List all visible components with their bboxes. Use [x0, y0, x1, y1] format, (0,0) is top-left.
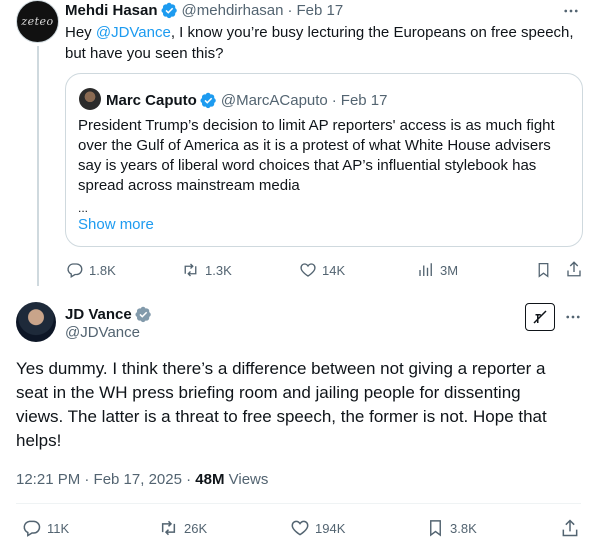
reply-icon — [23, 520, 41, 537]
thread-connector-line — [37, 46, 39, 286]
bookmark-button[interactable] — [535, 261, 552, 279]
main-tweet-header: JD Vance — [65, 305, 152, 323]
bookmark-count: 3.8K — [450, 520, 477, 536]
quote-text: President Trump’s decision to limit AP r… — [78, 116, 555, 218]
reply-button[interactable]: 11K — [22, 518, 69, 538]
like-button[interactable]: 194K — [290, 518, 345, 538]
avatar-jd-vance[interactable] — [16, 302, 56, 342]
share-button[interactable] — [565, 260, 583, 278]
main-tweet-text: Yes dummy. I think there’s a difference … — [16, 359, 547, 450]
like-button[interactable]: 14K — [299, 261, 345, 279]
bookmark-icon — [538, 262, 549, 278]
quote-date: Feb 17 — [340, 91, 388, 109]
share-icon — [562, 519, 578, 537]
bookmark-icon — [430, 520, 441, 537]
analytics-icon — [419, 263, 432, 276]
views-count: 48M — [195, 471, 225, 488]
more-options-icon[interactable] — [564, 308, 582, 331]
reply-count: 1.8K — [89, 262, 116, 278]
share-icon — [567, 261, 581, 277]
show-more-link[interactable]: Show more — [78, 216, 154, 233]
tweet-header: Mehdi Hasan @mehdirhasan · Feb 17 — [65, 1, 343, 19]
repost-count: 26K — [184, 520, 208, 536]
mention-link[interactable]: @JDVance — [96, 24, 171, 41]
verified-badge-icon — [200, 92, 216, 108]
tweet-date[interactable]: Feb 17 — [296, 2, 343, 19]
grok-icon[interactable] — [525, 303, 555, 331]
repost-icon — [161, 520, 176, 536]
quote-author-handle: @MarcACaputo — [220, 91, 328, 109]
avatar-text: zeteo — [21, 15, 54, 28]
repost-button[interactable]: 26K — [158, 518, 207, 538]
tweet-time[interactable]: 12:21 PM · Feb 17, 2025 · — [16, 471, 195, 488]
verified-badge-icon — [160, 2, 177, 18]
like-count: 194K — [315, 520, 346, 536]
reply-button[interactable]: 1.8K — [66, 261, 116, 279]
author-name[interactable]: Mehdi Hasan — [65, 2, 158, 19]
author-handle[interactable]: @mehdirhasan — [182, 2, 284, 19]
quote-header: Marc Caputo @MarcACaputo · Feb 17 — [106, 91, 387, 109]
separator-dot: · — [287, 1, 293, 19]
reply-count: 11K — [47, 520, 70, 536]
gray-verified-badge-icon — [135, 306, 151, 322]
views-label: Views — [224, 471, 269, 488]
repost-icon — [184, 263, 197, 277]
tweet-timestamp-line: 12:21 PM · Feb 17, 2025 · 48M Views — [16, 471, 268, 488]
avatar-marc-caputo — [79, 88, 101, 110]
heart-icon — [291, 520, 309, 536]
quote-author-name: Marc Caputo — [106, 91, 197, 109]
views-button[interactable]: 3M — [417, 261, 458, 279]
repost-button[interactable]: 1.3K — [181, 261, 232, 279]
quote-ellipsis: ... — [78, 201, 89, 215]
author-handle[interactable]: @JDVance — [65, 324, 140, 341]
avatar-mehdi-hasan[interactable]: zeteo — [16, 0, 59, 43]
separator-dot: · — [331, 91, 337, 109]
share-button[interactable] — [560, 518, 580, 538]
reply-icon — [67, 263, 83, 278]
repost-count: 1.3K — [205, 262, 232, 278]
bookmark-button[interactable]: 3.8K — [426, 518, 477, 538]
views-count: 3M — [440, 262, 459, 278]
tweet-text: Hey @JDVance, I know you’re busy lecturi… — [65, 24, 574, 62]
author-name[interactable]: JD Vance — [65, 306, 132, 323]
divider — [16, 503, 581, 504]
heart-icon — [300, 263, 316, 277]
like-count: 14K — [322, 262, 346, 278]
